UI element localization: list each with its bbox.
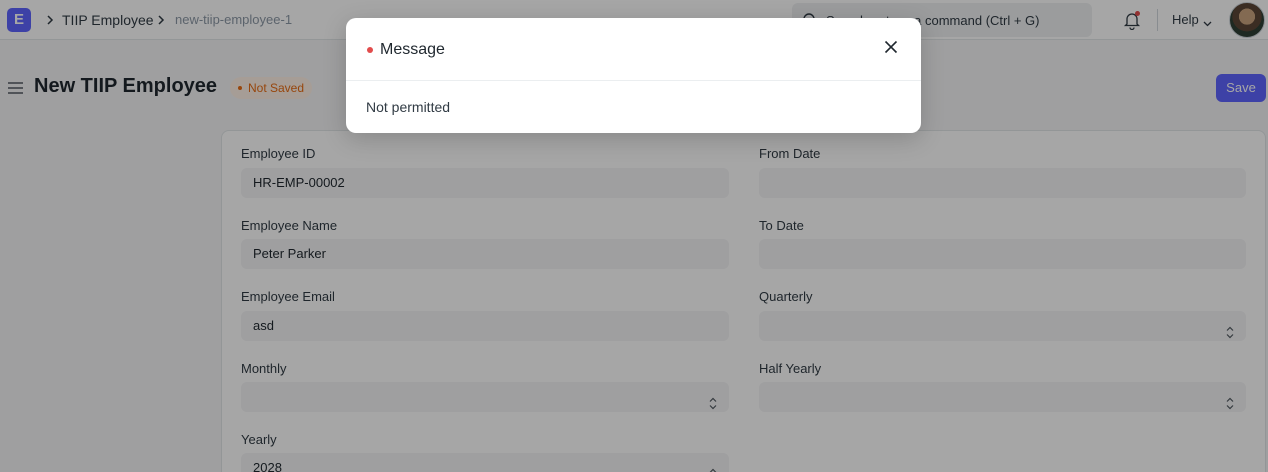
indicator-dot xyxy=(367,47,373,53)
dialog-title: Message xyxy=(380,41,445,58)
close-icon[interactable] xyxy=(881,37,901,57)
message-dialog: Message Not permitted xyxy=(346,18,921,133)
dialog-message: Not permitted xyxy=(366,99,451,115)
dialog-header: Message xyxy=(346,18,921,81)
